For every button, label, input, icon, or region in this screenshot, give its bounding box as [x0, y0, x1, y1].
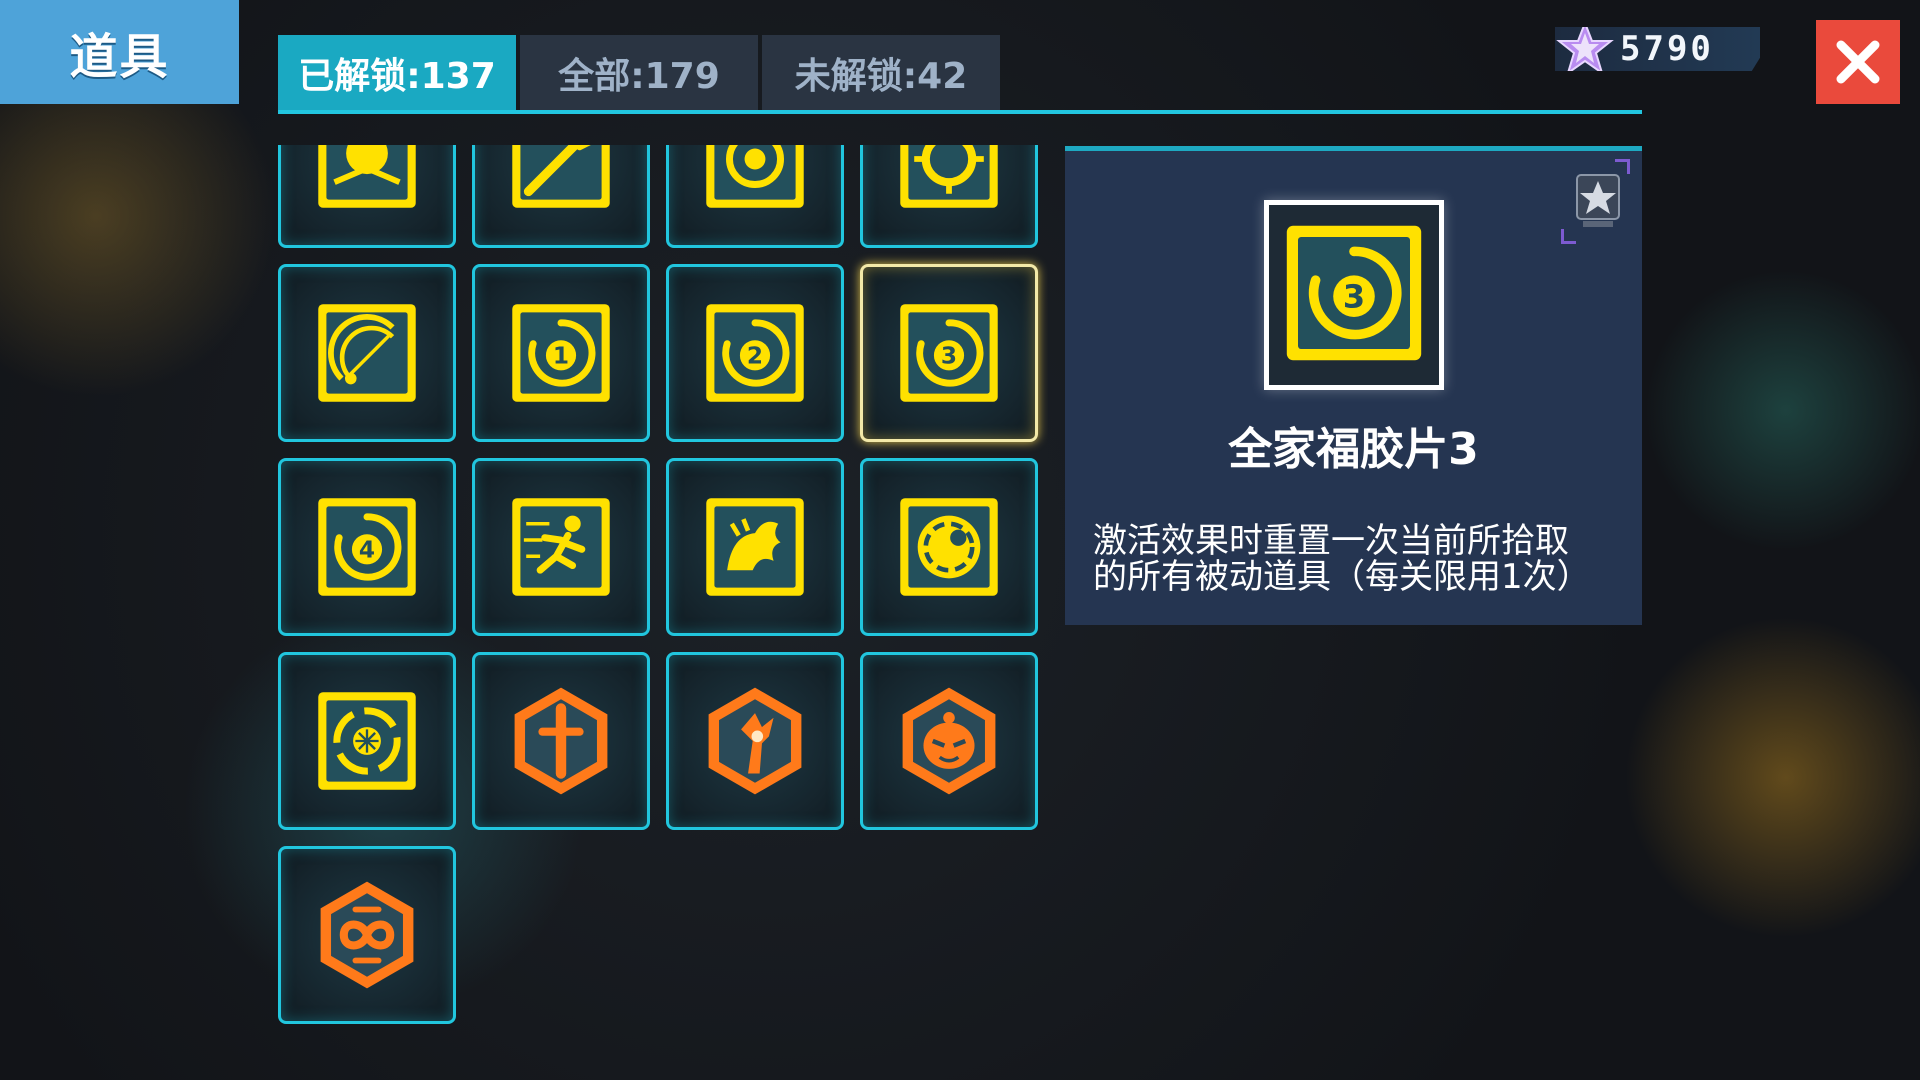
item-name: 全家福胶片3 [1228, 424, 1479, 475]
sword-icon [514, 687, 608, 795]
arc-wave-icon [318, 304, 416, 402]
spiral-ball-icon [900, 498, 998, 596]
item-slot[interactable]: 2 [666, 264, 844, 442]
item-slot[interactable] [666, 652, 844, 830]
tab-all[interactable]: 全部:179 [520, 35, 758, 111]
dragon-icon [706, 498, 804, 596]
gear-sun-icon [706, 145, 804, 208]
svg-text:2: 2 [747, 342, 763, 369]
capsule-1-icon: 1 [512, 304, 610, 402]
close-button[interactable] [1816, 20, 1900, 104]
item-slot[interactable] [860, 145, 1038, 248]
currency-amount: 5790 [1620, 29, 1714, 69]
item-slot[interactable] [860, 458, 1038, 636]
capsule-3-icon: 3 [900, 304, 998, 402]
capsule-3-icon: 3 [1286, 225, 1422, 361]
item-slot[interactable] [666, 145, 844, 248]
filter-tabs: 已解锁:137 全部:179 未解锁:42 [278, 35, 1004, 111]
tab-unlocked[interactable]: 已解锁:137 [278, 35, 516, 111]
item-slot[interactable] [278, 652, 456, 830]
item-slot[interactable] [278, 145, 456, 248]
item-detail-panel: 3 全家福胶片3 激活效果时重置一次当前所拾取 的所有被动道具（每关限用1次） [1065, 146, 1642, 625]
tab-underline [278, 110, 1642, 114]
corner-bracket [1561, 229, 1576, 244]
detail-item-icon: 3 [1264, 200, 1444, 390]
item-slot[interactable] [278, 264, 456, 442]
currency-display: 5790 [1555, 27, 1760, 71]
item-slot[interactable]: 1 [472, 264, 650, 442]
purple-star-gem-icon [1556, 27, 1614, 71]
snowflake-vortex-icon [318, 692, 416, 790]
feather-slash-icon [512, 145, 610, 208]
running-man-icon [512, 498, 610, 596]
svg-text:1: 1 [553, 342, 569, 369]
capsule-2-icon: 2 [706, 304, 804, 402]
capsule-4-icon: 4 [318, 498, 416, 596]
item-slot[interactable] [666, 458, 844, 636]
close-x-icon [1836, 40, 1880, 84]
svg-text:4: 4 [359, 536, 375, 563]
item-slot[interactable]: 4 [278, 458, 456, 636]
sun-burst-icon [318, 145, 416, 208]
corner-bracket [1615, 159, 1630, 174]
item-slot[interactable] [278, 846, 456, 1024]
demon-face-icon [902, 687, 996, 795]
svg-text:3: 3 [941, 342, 957, 369]
page-title: 道具 [0, 0, 239, 104]
svg-text:3: 3 [1343, 277, 1365, 315]
item-slot[interactable] [860, 652, 1038, 830]
item-description-line: 的所有被动道具（每关限用1次） [1093, 557, 1591, 597]
infinity-icon [320, 881, 414, 989]
tab-locked[interactable]: 未解锁:42 [762, 35, 1000, 111]
spiky-fist-icon [708, 687, 802, 795]
spiked-ring-icon [900, 145, 998, 208]
silver-star-badge-icon[interactable] [1573, 171, 1623, 231]
item-grid[interactable]: 1 2 3 4 [278, 145, 1048, 1045]
item-slot[interactable]: 3 [860, 264, 1038, 442]
item-slot[interactable] [472, 145, 650, 248]
item-slot[interactable] [472, 458, 650, 636]
item-description-line: 激活效果时重置一次当前所拾取 [1093, 521, 1569, 561]
item-description: 激活效果时重置一次当前所拾取 的所有被动道具（每关限用1次） [1093, 523, 1613, 595]
item-slot[interactable] [472, 652, 650, 830]
